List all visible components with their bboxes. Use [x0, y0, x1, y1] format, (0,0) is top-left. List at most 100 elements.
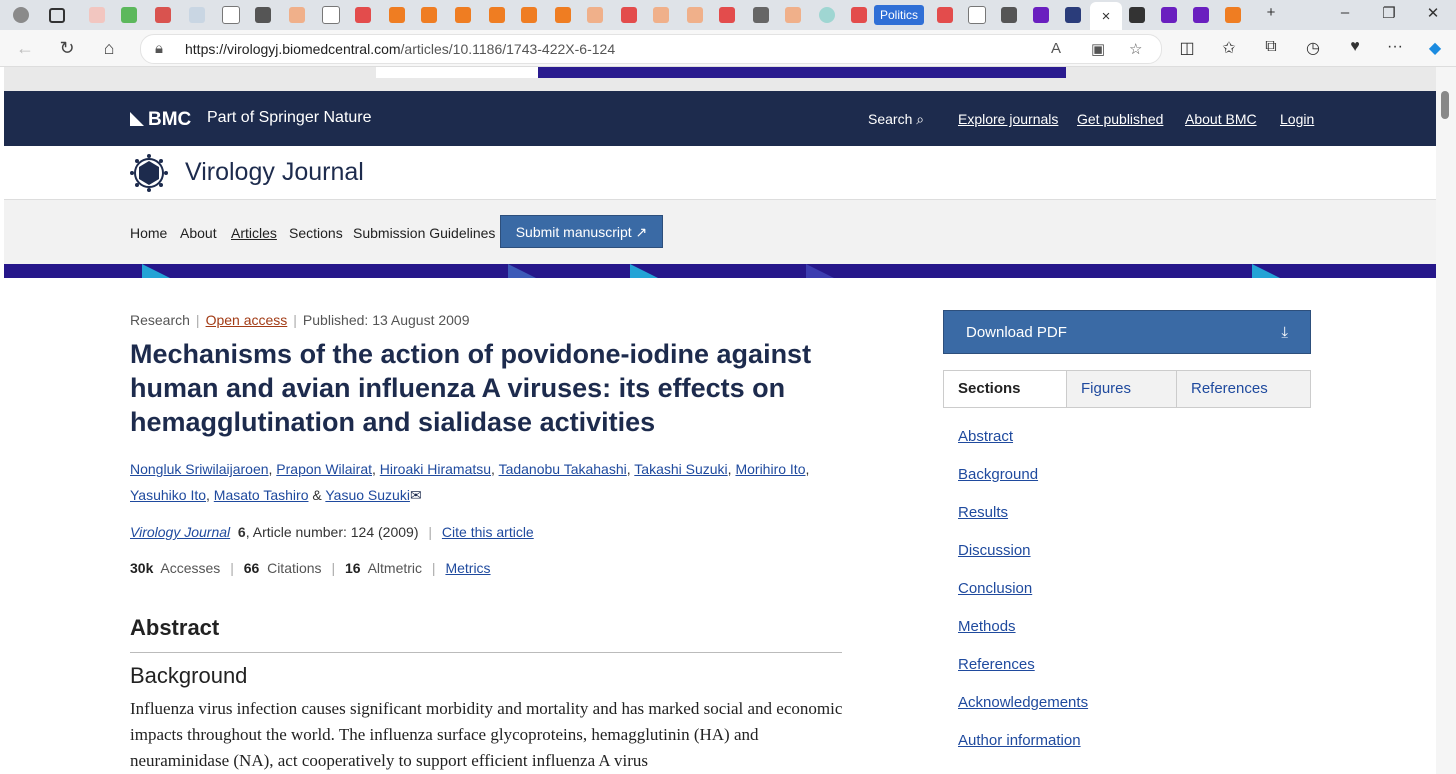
tab-favicon[interactable] [452, 4, 474, 26]
tab-favicon[interactable] [998, 4, 1020, 26]
section-link-methods[interactable]: Methods [958, 618, 1016, 635]
tab-favicon[interactable] [186, 4, 208, 26]
submit-manuscript-button[interactable]: Submit manuscript ↗ [500, 215, 663, 248]
tab-favicon[interactable] [86, 4, 108, 26]
section-link-background[interactable]: Background [958, 466, 1038, 483]
tab-favicon[interactable] [848, 4, 870, 26]
tab-favicon[interactable] [118, 4, 140, 26]
url-text[interactable]: https://virologyj.biomedcentral.com/arti… [185, 41, 615, 57]
section-link-acknowledgements[interactable]: Acknowledgements [958, 694, 1088, 711]
section-link-results[interactable]: Results [958, 504, 1008, 521]
more-menu-icon[interactable]: ··· [1384, 38, 1406, 56]
tab-favicon[interactable] [220, 4, 242, 26]
section-link-author-information[interactable]: Author information [958, 732, 1081, 749]
tab-favicon[interactable] [1030, 4, 1052, 26]
address-bar[interactable]: 🔒︎ https://virologyj.biomedcentral.com/a… [140, 34, 1162, 64]
journal-link[interactable]: Virology Journal [130, 524, 230, 540]
tab-favicon[interactable] [418, 4, 440, 26]
tab-favicon[interactable] [1222, 4, 1244, 26]
explore-journals-link[interactable]: Explore journals [958, 111, 1058, 127]
tab-figures[interactable]: Figures [1066, 371, 1176, 407]
tab-favicon[interactable] [518, 4, 540, 26]
nav-about[interactable]: About [180, 225, 217, 241]
scrollbar[interactable] [1436, 67, 1456, 774]
tab-sections[interactable]: Sections [944, 371, 1066, 407]
virus-logo-icon[interactable] [130, 154, 168, 192]
close-window-icon[interactable]: ✕ [1422, 4, 1444, 22]
tab-favicon[interactable] [1126, 4, 1148, 26]
immersive-reader-icon[interactable]: ▣ [1091, 40, 1105, 58]
tab-references[interactable]: References [1176, 371, 1310, 407]
scrollbar-thumb[interactable] [1441, 91, 1449, 119]
author-link[interactable]: Masato Tashiro [214, 487, 309, 503]
download-pdf-button[interactable]: Download PDF ⤓ [943, 310, 1311, 354]
refresh-icon[interactable]: ↻ [56, 37, 78, 59]
tab-favicon[interactable] [252, 4, 274, 26]
back-icon[interactable]: ← [14, 37, 36, 59]
copilot-icon[interactable]: ◆ [1424, 38, 1446, 58]
email-icon[interactable]: ✉ [410, 487, 422, 503]
cite-article-link[interactable]: Cite this article [442, 524, 534, 540]
tab-favicon[interactable] [584, 4, 606, 26]
author-link[interactable]: Yasuo Suzuki [325, 487, 410, 503]
maximize-icon[interactable]: ❐ [1378, 4, 1400, 22]
tab-favicon[interactable] [1158, 4, 1180, 26]
split-screen-icon[interactable]: ◫ [1176, 38, 1198, 58]
tab-favicon[interactable] [650, 4, 672, 26]
tab-favicon[interactable] [934, 4, 956, 26]
tab-favicon[interactable] [1190, 4, 1212, 26]
tab-favicon[interactable] [352, 4, 374, 26]
tab-favicon[interactable] [152, 4, 174, 26]
journal-title[interactable]: Virology Journal [185, 158, 364, 187]
history-icon[interactable]: ◷ [1302, 38, 1324, 58]
bmc-logo[interactable]: BMC [130, 109, 191, 131]
new-tab-icon[interactable]: + [1260, 4, 1282, 21]
tab-favicon[interactable] [716, 4, 738, 26]
favorite-star-icon[interactable]: ☆ [1129, 40, 1142, 58]
metrics-link[interactable]: Metrics [445, 560, 490, 576]
author-link[interactable]: Prapon Wilairat [276, 461, 372, 477]
section-link-conclusion[interactable]: Conclusion [958, 580, 1032, 597]
tab-favicon[interactable] [386, 4, 408, 26]
lock-icon[interactable]: 🔒︎ [155, 40, 163, 57]
collections-icon[interactable]: ⧉ [1260, 38, 1282, 56]
tab-favicon[interactable] [320, 4, 342, 26]
author-link[interactable]: Morihiro Ito [735, 461, 805, 477]
tab-favicon[interactable] [618, 4, 640, 26]
tab-favicon[interactable] [286, 4, 308, 26]
nav-sections[interactable]: Sections [289, 225, 343, 241]
tab-favicon[interactable] [966, 4, 988, 26]
login-link[interactable]: Login [1280, 111, 1314, 127]
about-bmc-link[interactable]: About BMC [1185, 111, 1257, 127]
author-link[interactable]: Takashi Suzuki [634, 461, 727, 477]
minimize-icon[interactable]: – [1334, 4, 1356, 21]
browser-essentials-icon[interactable]: ♥ [1344, 38, 1366, 56]
tab-actions-icon[interactable] [46, 4, 68, 26]
open-access-link[interactable]: Open access [206, 312, 288, 328]
author-link[interactable]: Yasuhiko Ito [130, 487, 206, 503]
favorites-icon[interactable]: ✩ [1218, 38, 1240, 58]
section-link-abstract[interactable]: Abstract [958, 428, 1013, 445]
search-button[interactable]: Search ⌕ [868, 111, 924, 128]
author-link[interactable]: Tadanobu Takahashi [499, 461, 627, 477]
close-tab-icon[interactable]: × [1090, 2, 1122, 30]
section-link-references[interactable]: References [958, 656, 1035, 673]
get-published-link[interactable]: Get published [1077, 111, 1163, 127]
tab-favicon[interactable] [816, 4, 838, 26]
tab-politics[interactable]: Politics [874, 5, 925, 25]
tab-favicon[interactable] [1062, 4, 1084, 26]
nav-home[interactable]: Home [130, 225, 167, 241]
tab-favicon[interactable] [486, 4, 508, 26]
tab-favicon[interactable] [750, 4, 772, 26]
author-link[interactable]: Nongluk Sriwilaijaroen [130, 461, 269, 477]
profile-icon[interactable] [10, 4, 32, 26]
nav-submission-guidelines[interactable]: Submission Guidelines [353, 225, 495, 241]
nav-articles[interactable]: Articles [231, 225, 277, 241]
read-aloud-icon[interactable]: A [1051, 40, 1061, 57]
tab-favicon[interactable] [552, 4, 574, 26]
tab-favicon[interactable] [782, 4, 804, 26]
section-link-discussion[interactable]: Discussion [958, 542, 1031, 559]
tab-favicon[interactable] [684, 4, 706, 26]
author-link[interactable]: Hiroaki Hiramatsu [380, 461, 491, 477]
home-icon[interactable]: ⌂ [98, 37, 120, 59]
